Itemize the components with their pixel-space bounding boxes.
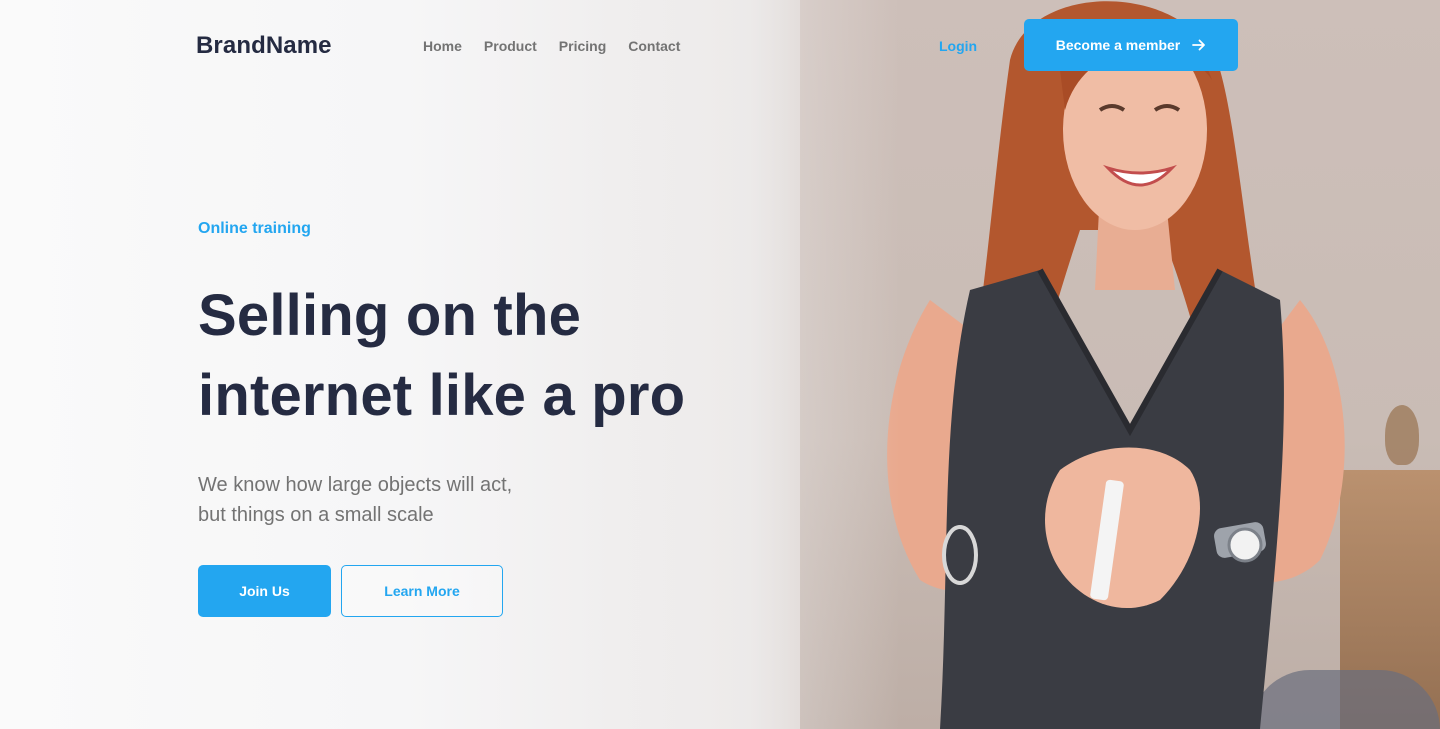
hero-subtitle-line-1: We know how large objects will act, <box>198 474 513 496</box>
nav-item-home[interactable]: Home <box>423 37 462 55</box>
hero-subtitle-line-2: but things on a small scale <box>198 504 434 526</box>
landing-page: BrandName Home Product Pricing Contact L… <box>0 0 1440 729</box>
nav-item-product[interactable]: Product <box>484 37 537 55</box>
hero-title-line-2: internet like a pro <box>198 363 686 428</box>
nav-item-pricing[interactable]: Pricing <box>559 37 606 55</box>
login-link[interactable]: Login <box>939 37 977 55</box>
nav-item-contact[interactable]: Contact <box>628 37 680 55</box>
become-member-label: Become a member <box>1055 37 1181 53</box>
hero-eyebrow: Online training <box>198 220 311 237</box>
join-us-button[interactable]: Join Us <box>198 565 331 617</box>
brand-logo[interactable]: BrandName <box>196 32 332 60</box>
hero-title-line-1: Selling on the <box>198 283 582 348</box>
arrow-right-icon <box>1192 39 1206 51</box>
become-member-button[interactable]: Become a member <box>1024 19 1238 71</box>
hero-person-image <box>887 1 1345 729</box>
hero-title: Selling on the internet like a pro <box>198 276 798 436</box>
main-nav: Home Product Pricing Contact <box>423 37 702 55</box>
learn-more-button[interactable]: Learn More <box>341 565 503 617</box>
background-vase <box>1385 405 1419 465</box>
hero-subtitle: We know how large objects will act, but … <box>198 470 618 530</box>
